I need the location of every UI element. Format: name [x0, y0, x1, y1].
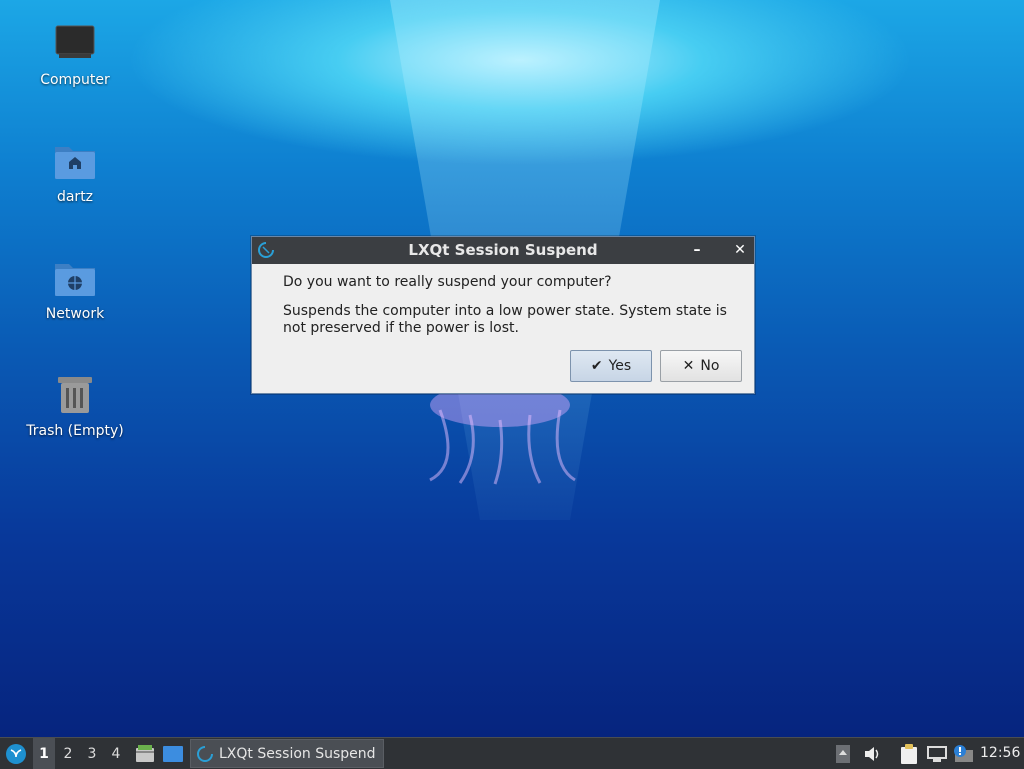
desktop-switch-2[interactable]: 2: [57, 738, 79, 769]
taskbar: 1 2 3 4 LXQt Session Suspend 12:56: [0, 737, 1024, 769]
dialog-description: Suspends the computer into a low power s…: [283, 303, 727, 336]
dialog-titlebar[interactable]: LXQt Session Suspend – ✕: [252, 237, 754, 264]
lxqt-logo-icon: [258, 242, 274, 258]
check-icon: ✔: [590, 358, 603, 374]
suspend-dialog: LXQt Session Suspend – ✕ Do you want to …: [251, 236, 755, 394]
volume-icon: [865, 746, 879, 761]
tray-expand-button[interactable]: [835, 738, 851, 769]
desktop-switch-4[interactable]: 4: [105, 738, 127, 769]
computer-icon: [53, 22, 97, 66]
update-notifier-button[interactable]: [952, 738, 974, 769]
taskbar-task-suspend[interactable]: LXQt Session Suspend: [190, 739, 384, 768]
minimize-button[interactable]: –: [686, 237, 708, 264]
update-notification-icon: [954, 744, 973, 762]
show-desktop-icon: [163, 745, 183, 762]
home-folder-icon: [53, 139, 97, 183]
close-x-icon: ✕: [682, 358, 695, 374]
yes-button[interactable]: ✔ Yes: [570, 350, 652, 382]
desktop-switch-3[interactable]: 3: [81, 738, 103, 769]
close-button[interactable]: ✕: [729, 237, 751, 264]
desktop-icon-home-folder[interactable]: dartz: [20, 139, 130, 205]
desktop-icon-computer[interactable]: Computer: [20, 22, 130, 88]
clock[interactable]: 12:56: [980, 738, 1020, 769]
volume-button[interactable]: [861, 738, 883, 769]
clipboard-button[interactable]: [898, 738, 920, 769]
lxqt-menu-icon: [6, 743, 26, 764]
desktop-icon-trash[interactable]: Trash (Empty): [20, 373, 130, 439]
file-manager-launcher[interactable]: [133, 738, 157, 769]
network-wired-icon: [927, 745, 947, 762]
task-title: LXQt Session Suspend: [219, 745, 376, 762]
desktop-icon-network[interactable]: Network: [20, 256, 130, 322]
no-label: No: [700, 358, 720, 374]
desktop-icon-label: Trash (Empty): [26, 423, 124, 439]
show-desktop-button[interactable]: [161, 738, 185, 769]
desktop-icon-label: Network: [45, 306, 105, 322]
desktop-icon-label: dartz: [56, 189, 94, 205]
dialog-question: Do you want to really suspend your compu…: [283, 274, 612, 290]
clipboard-icon: [901, 743, 917, 764]
lxqt-task-icon: [197, 745, 213, 762]
network-folder-icon: [53, 256, 97, 300]
main-menu-button[interactable]: [2, 738, 30, 769]
desktop-switch-1[interactable]: 1: [33, 738, 55, 769]
dialog-title: LXQt Session Suspend: [408, 241, 598, 259]
network-status-button[interactable]: [926, 738, 948, 769]
jellyfish-wallpaper-art: [429, 385, 576, 485]
no-button[interactable]: ✕ No: [660, 350, 742, 382]
desktop-icon-label: Computer: [40, 72, 110, 88]
file-manager-icon: [136, 744, 154, 762]
yes-label: Yes: [608, 358, 632, 374]
trash-icon: [53, 373, 97, 417]
tray-arrow-icon: [836, 744, 850, 763]
